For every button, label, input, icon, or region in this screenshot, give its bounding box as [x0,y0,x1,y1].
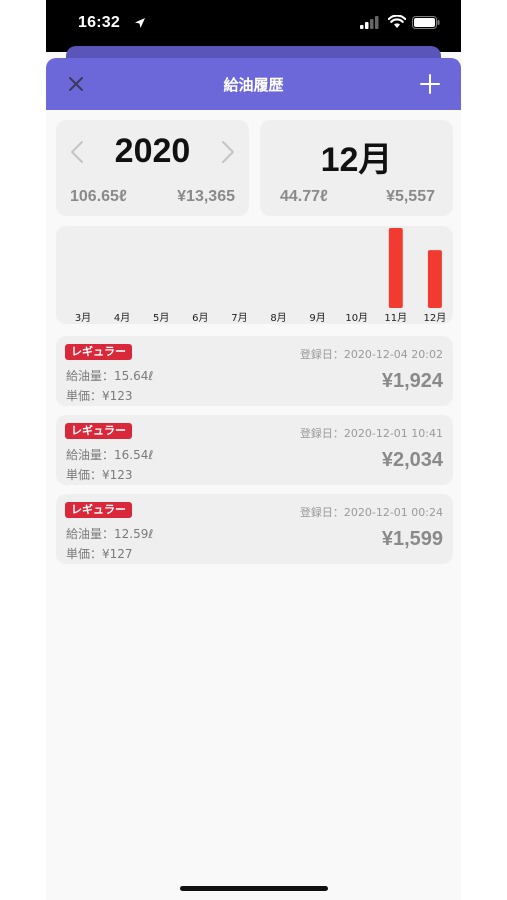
monthly-bar-chart: 3月 4月 5月 6月 7月 8月 9月 10月 11月 12月 [75,228,447,324]
month-total-cost: ¥5,557 [386,188,435,205]
entry-total: ¥1,599 [381,528,443,550]
month-summary-card[interactable]: 12月 44.77ℓ ¥5,557 [260,120,453,216]
page-title: 給油履歴 [223,76,284,94]
month-total-volume: 44.77ℓ [280,188,328,205]
chart-tick-label: 11月 [384,312,407,324]
status-time: 16:32 [78,14,120,31]
battery-icon [412,16,440,29]
entry-date: 登録日：2020-12-01 10:41 [299,427,443,440]
status-bar: 16:32 [46,0,461,52]
chart-tick-label: 8月 [270,312,286,324]
entry-unit-price: 単価：¥127 [66,547,133,561]
home-indicator [180,886,328,891]
chart-tick-label: 7月 [231,312,247,324]
cellular-signal-icon [360,16,379,29]
entry-date: 登録日：2020-12-01 00:24 [299,506,443,519]
entry-amount: 給油量：15.64ℓ [66,369,154,383]
chart-tick-label: 4月 [114,312,130,324]
entry-unit-price: 単価：¥123 [66,389,133,403]
chart-tick-label: 12月 [424,312,447,324]
location-arrow-icon [135,18,145,28]
app-screen: 16:32 給油履歴 2020 106.65ℓ ¥13,365 12月 44.7… [46,0,461,900]
entry-date: 登録日：2020-12-04 20:02 [299,348,443,361]
chart-tick-label: 10月 [345,312,368,324]
year-total-volume: 106.65ℓ [70,188,127,205]
year-total-cost: ¥13,365 [177,188,235,205]
entry-unit-price: 単価：¥123 [66,468,133,482]
fuel-type-badge: レギュラー [65,423,132,439]
fuel-type-badge: レギュラー [65,502,132,518]
entry-total: ¥2,034 [381,449,443,471]
chart-tick-label: 3月 [75,312,91,324]
chevron-right-icon[interactable] [221,140,235,164]
add-icon[interactable] [419,73,441,95]
entry-total: ¥1,924 [381,370,443,392]
chart-tick-label: 9月 [309,312,325,324]
navigation-bar: 給油履歴 [46,58,461,110]
refuel-entry[interactable]: レギュラー 給油量：15.64ℓ 単価：¥123 登録日：2020-12-04 … [56,336,453,406]
fuel-type-badge: レギュラー [65,344,132,360]
wifi-icon [388,15,406,28]
year-summary-card: 2020 106.65ℓ ¥13,365 [56,120,249,216]
monthly-chart-card: 3月 4月 5月 6月 7月 8月 9月 10月 11月 12月 [56,226,453,324]
chart-bar [388,228,403,308]
entry-amount: 給油量：16.54ℓ [66,448,154,462]
chart-tick-label: 5月 [153,312,169,324]
chart-bar [427,250,442,308]
refuel-entry[interactable]: レギュラー 給油量：12.59ℓ 単価：¥127 登録日：2020-12-01 … [56,494,453,564]
chart-tick-label: 6月 [192,312,208,324]
refuel-entry[interactable]: レギュラー 給油量：16.54ℓ 単価：¥123 登録日：2020-12-01 … [56,415,453,485]
month-label: 12月 [320,141,393,179]
entry-amount: 給油量：12.59ℓ [66,527,154,541]
